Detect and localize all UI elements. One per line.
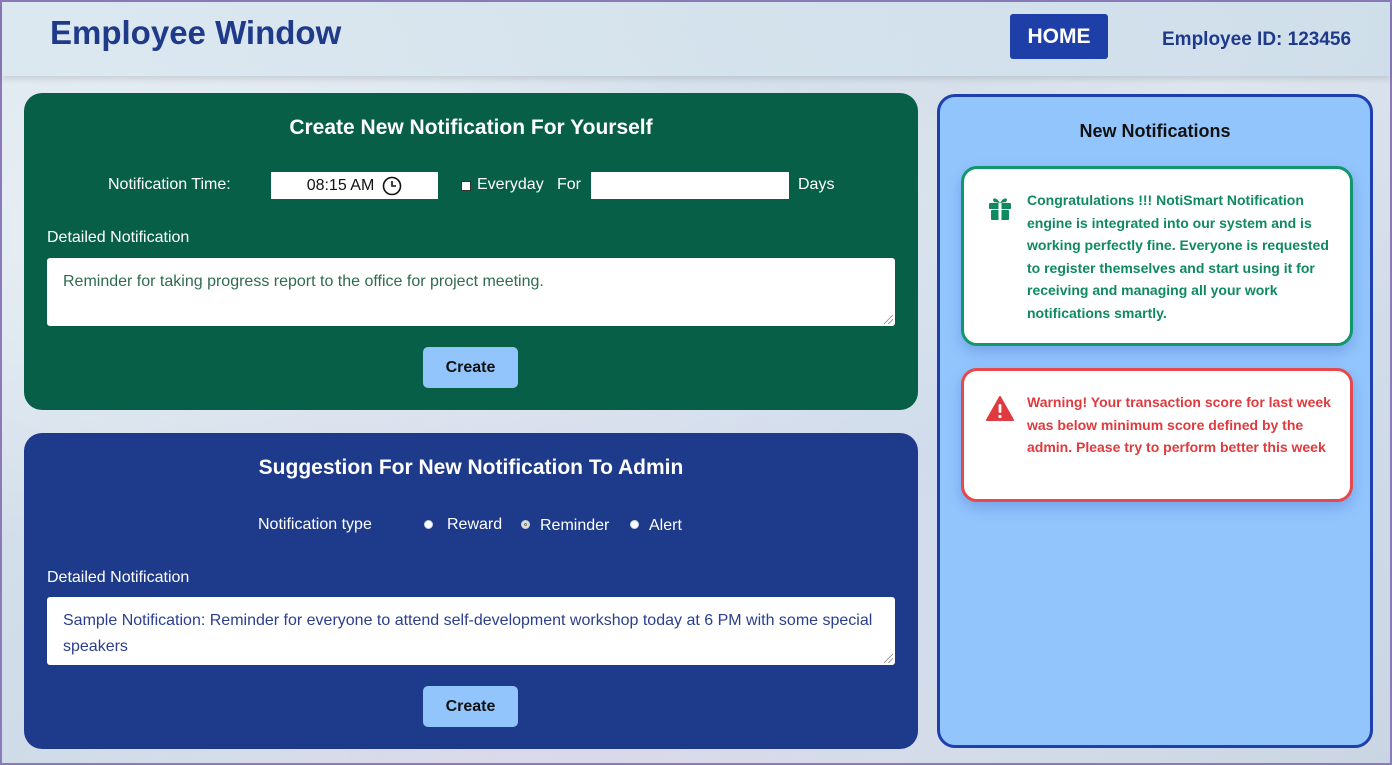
radio-alert-label: Alert: [649, 517, 682, 534]
for-label: For: [557, 176, 581, 193]
gift-icon: [989, 198, 1011, 220]
everyday-label: Everyday: [477, 176, 544, 193]
admin-suggestion-title: Suggestion For New Notification To Admin: [258, 456, 684, 479]
new-notifications-panel: New Notifications Congratulations !!! No…: [937, 94, 1373, 748]
page-title: Employee Window: [50, 14, 342, 51]
self-notification-panel: Create New Notification For Yourself Not…: [24, 93, 918, 410]
warning-icon: [986, 396, 1014, 421]
radio-alert[interactable]: [630, 520, 639, 529]
create-self-notification-button[interactable]: Create: [423, 347, 518, 388]
notification-text: Warning! Your transaction score for last…: [1027, 394, 1331, 455]
self-detail-text: Reminder for taking progress report to t…: [63, 273, 544, 290]
everyday-checkbox[interactable]: [461, 181, 471, 191]
detailed-notification-label: Detailed Notification: [47, 569, 190, 586]
self-notification-title: Create New Notification For Yourself: [289, 116, 653, 139]
notification-text: Congratulations !!! NotiSmart Notificati…: [1027, 192, 1329, 321]
home-button[interactable]: HOME: [1010, 14, 1108, 59]
days-input[interactable]: [591, 172, 789, 199]
admin-detail-textarea[interactable]: Sample Notification: Reminder for everyo…: [47, 597, 895, 665]
time-value: 08:15 AM: [306, 176, 375, 194]
resize-handle[interactable]: [884, 315, 893, 324]
clock-icon[interactable]: [382, 176, 402, 196]
notification-card-reward[interactable]: Congratulations !!! NotiSmart Notificati…: [961, 166, 1353, 346]
create-admin-suggestion-button[interactable]: Create: [423, 686, 518, 727]
resize-handle[interactable]: [884, 654, 893, 663]
notification-card-alert[interactable]: Warning! Your transaction score for last…: [961, 368, 1353, 502]
employee-id-label: Employee ID: 123456: [1162, 29, 1352, 50]
self-detail-textarea[interactable]: Reminder for taking progress report to t…: [47, 258, 895, 326]
admin-detail-text: Sample Notification: Reminder for everyo…: [63, 612, 873, 655]
radio-reward[interactable]: [424, 520, 433, 529]
days-label: Days: [798, 176, 835, 193]
radio-reward-label: Reward: [447, 516, 503, 533]
radio-reminder[interactable]: [521, 520, 530, 529]
app-header: Employee Window HOME Employee ID: 123456: [2, 2, 1390, 76]
notification-type-label: Notification type: [258, 516, 372, 533]
new-notifications-title: New Notifications: [1079, 121, 1231, 141]
admin-suggestion-panel: Suggestion For New Notification To Admin…: [24, 433, 918, 749]
radio-reminder-label: Reminder: [540, 517, 610, 534]
notification-time-input[interactable]: 08:15 AM: [271, 172, 438, 199]
notification-time-label: Notification Time:: [108, 176, 231, 193]
detailed-notification-label: Detailed Notification: [47, 229, 190, 246]
